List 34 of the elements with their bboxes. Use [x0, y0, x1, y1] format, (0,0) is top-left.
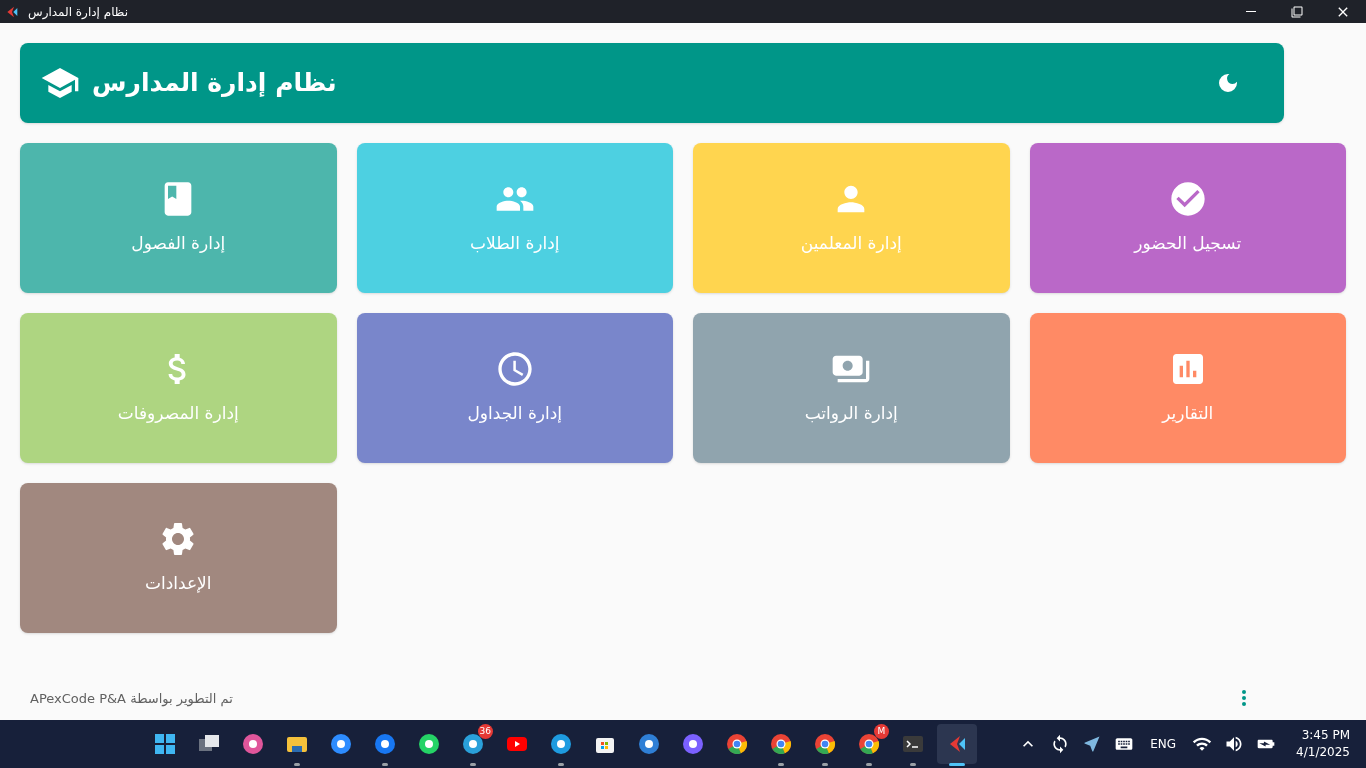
taskbar-app[interactable]	[937, 724, 977, 764]
moon-icon	[1216, 71, 1240, 95]
app-logo-icon	[241, 732, 265, 756]
app-logo-icon	[637, 732, 661, 756]
windows-logo-icon	[153, 732, 177, 756]
more-vertical-icon	[1242, 690, 1246, 707]
browser-icon	[857, 732, 881, 756]
taskbar-app[interactable]: 36	[453, 724, 493, 764]
menu-tile[interactable]: التقارير	[1029, 313, 1346, 463]
app-logo-icon	[549, 732, 573, 756]
more-options-button[interactable]	[1242, 690, 1246, 707]
app-logo-icon	[681, 732, 705, 756]
menu-tile[interactable]: الإعدادات	[20, 483, 337, 633]
menu-tile[interactable]: إدارة الجداول	[356, 313, 673, 463]
menu-tile[interactable]: إدارة الفصول	[20, 143, 337, 293]
taskbar-app[interactable]: M	[849, 724, 889, 764]
language-indicator[interactable]: ENG	[1150, 735, 1177, 753]
minimize-icon	[1246, 11, 1256, 12]
app-title: نظام إدارة المدارس	[92, 67, 337, 100]
notification-badge: 36	[477, 724, 493, 739]
menu-tile[interactable]: إدارة الرواتب	[693, 313, 1010, 463]
browser-icon	[725, 732, 749, 756]
menu-tile[interactable]: تسجيل الحضور	[1029, 143, 1346, 293]
window-title: نظام إدارة المدارس	[28, 3, 128, 21]
menu-tile[interactable]: إدارة الطلاب	[356, 143, 673, 293]
browser-icon	[813, 732, 837, 756]
app-logo-icon	[329, 732, 353, 756]
browser-icon	[769, 732, 793, 756]
developer-credit: APexCode P&A تم التطوير بواسطة	[30, 689, 233, 708]
clock-time[interactable]: 3:45 PM	[1301, 727, 1350, 744]
clock-date[interactable]: 4/1/2025	[1296, 744, 1350, 761]
restore-icon	[1291, 5, 1303, 18]
app-logo-icon	[373, 732, 397, 756]
notification-badge: M	[874, 724, 889, 739]
